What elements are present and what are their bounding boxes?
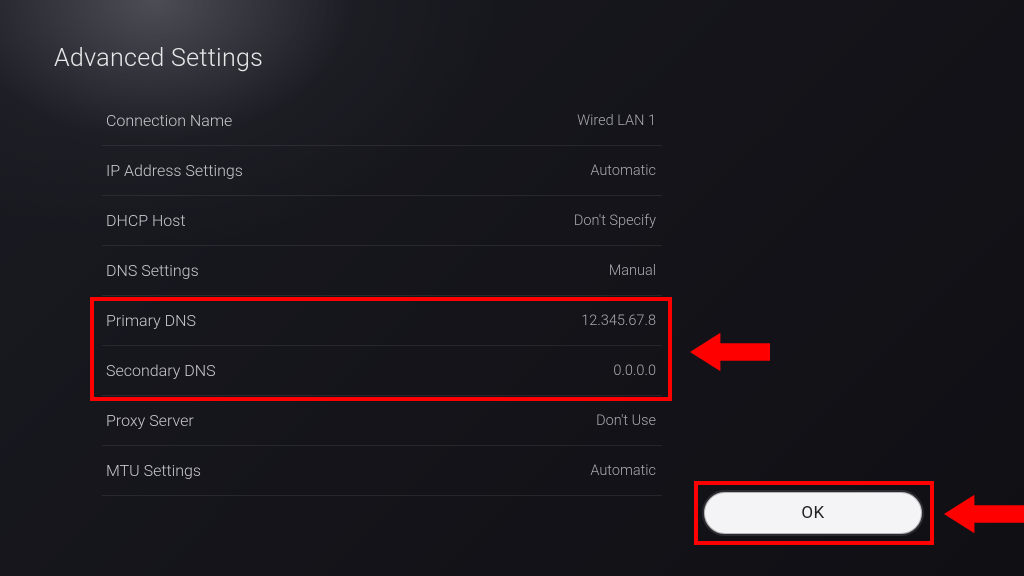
- row-label: Secondary DNS: [106, 361, 216, 380]
- ok-button[interactable]: OK: [702, 490, 924, 536]
- row-value: Automatic: [590, 162, 656, 179]
- row-proxy-server[interactable]: Proxy Server Don't Use: [102, 396, 662, 446]
- annotation-arrow-icon: [944, 488, 1024, 540]
- row-label: Proxy Server: [106, 411, 194, 430]
- page-title: Advanced Settings: [54, 44, 263, 73]
- row-value: Automatic: [590, 462, 656, 479]
- settings-list: Connection Name Wired LAN 1 IP Address S…: [102, 96, 662, 496]
- row-label: IP Address Settings: [106, 161, 243, 180]
- annotation-arrow-icon: [690, 326, 770, 378]
- row-value: Manual: [609, 262, 656, 279]
- row-primary-dns[interactable]: Primary DNS 12.345.67.8: [102, 296, 662, 346]
- row-ip-address-settings[interactable]: IP Address Settings Automatic: [102, 146, 662, 196]
- row-connection-name[interactable]: Connection Name Wired LAN 1: [102, 96, 662, 146]
- row-mtu-settings[interactable]: MTU Settings Automatic: [102, 446, 662, 496]
- row-label: Connection Name: [106, 111, 232, 130]
- row-label: MTU Settings: [106, 461, 201, 480]
- row-label: Primary DNS: [106, 311, 196, 330]
- row-value: Wired LAN 1: [577, 112, 656, 129]
- row-dns-settings[interactable]: DNS Settings Manual: [102, 246, 662, 296]
- ok-button-label: OK: [801, 503, 824, 523]
- row-value: 0.0.0.0: [613, 362, 656, 379]
- row-value: Don't Use: [596, 412, 656, 429]
- row-dhcp-host[interactable]: DHCP Host Don't Specify: [102, 196, 662, 246]
- row-secondary-dns[interactable]: Secondary DNS 0.0.0.0: [102, 346, 662, 396]
- row-label: DHCP Host: [106, 211, 186, 230]
- row-label: DNS Settings: [106, 261, 199, 280]
- row-value: 12.345.67.8: [581, 312, 656, 329]
- row-value: Don't Specify: [574, 212, 656, 229]
